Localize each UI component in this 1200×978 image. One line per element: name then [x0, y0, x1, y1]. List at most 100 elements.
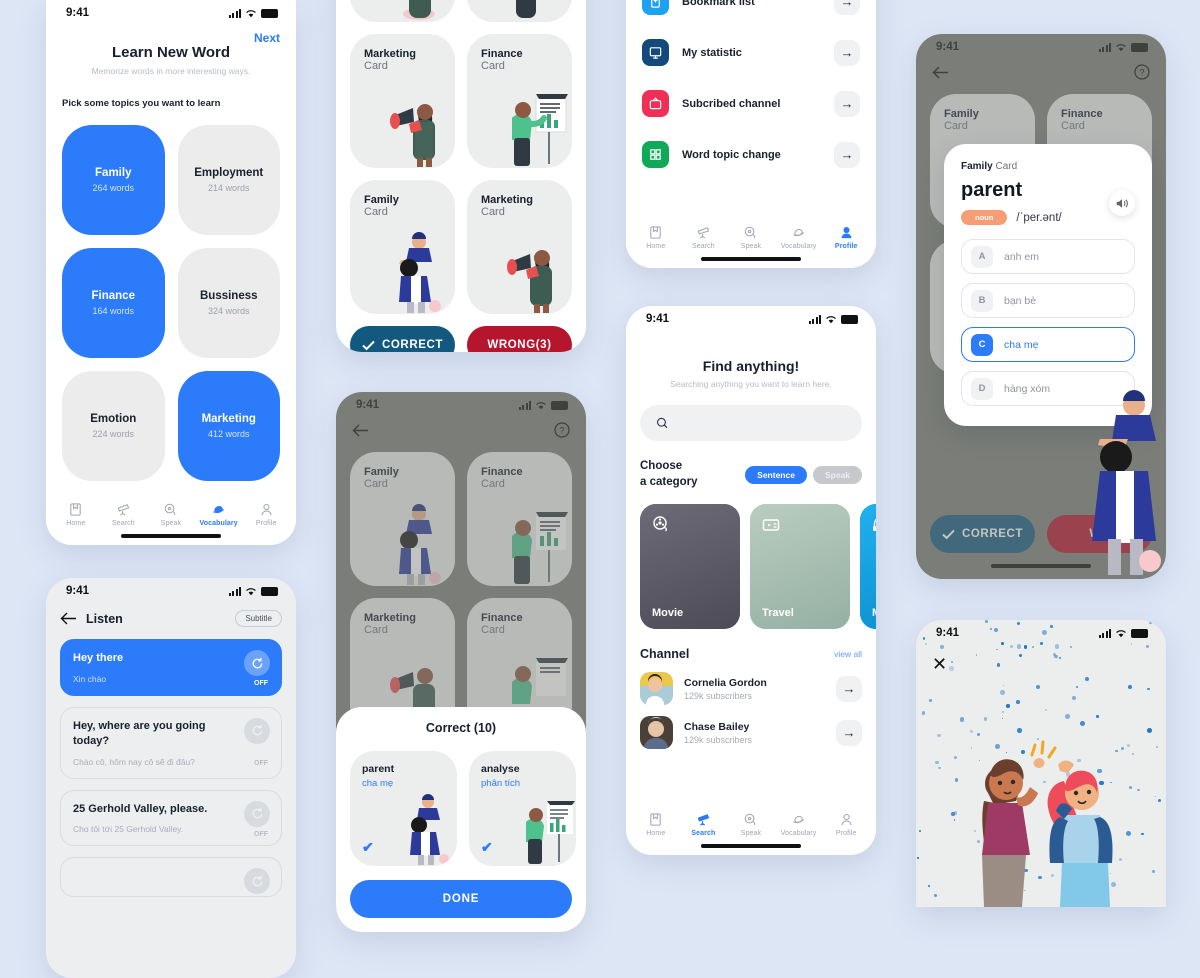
go-arrow-button[interactable]: → [834, 39, 860, 66]
topic-card[interactable]: Finance 164 words [62, 248, 165, 358]
status-bar: 9:41 [336, 392, 586, 418]
flashcard[interactable]: Finance Card [467, 452, 572, 586]
back-arrow-icon[interactable] [352, 424, 369, 437]
menu-item-word-topic-change[interactable]: Word topic change → [642, 141, 860, 168]
chart-man-illustration [516, 0, 536, 18]
listen-item[interactable]: Hey, where are you going today? Chào cô,… [60, 706, 282, 779]
menu-item-my-statistic[interactable]: My statistic → [642, 39, 860, 66]
speaker-button[interactable] [1109, 190, 1135, 216]
profile-menu-screen: Bookmark list → My statistic → Subcribed… [626, 0, 876, 268]
listen-item[interactable]: 25 Gerhold Valley, please. Cho tôi tới 2… [60, 789, 282, 847]
answer-option[interactable]: B bạn bè [961, 283, 1135, 318]
replay-button[interactable] [244, 868, 270, 895]
view-all-link[interactable]: view all [834, 649, 862, 659]
tab-profile[interactable]: Profile [243, 502, 289, 527]
category-card-music[interactable]: Mu [860, 504, 876, 630]
done-button[interactable]: DONE [350, 880, 572, 918]
tab-vocabulary[interactable]: Vocabulary [776, 812, 822, 837]
correct-button[interactable]: CORRECT [350, 326, 455, 352]
flashcard-sub: Card [481, 206, 505, 218]
check-icon: ✔ [362, 839, 374, 855]
wrong-button[interactable]: WRONG(3) [467, 326, 572, 352]
search-field[interactable] [676, 417, 846, 429]
back-arrow-icon[interactable] [932, 66, 949, 79]
flashcard-sub: Card [364, 60, 388, 72]
correct-button[interactable]: CORRECT [930, 515, 1035, 553]
menu-item-bookmark-list[interactable]: Bookmark list → [642, 0, 860, 15]
tab-label: Search [692, 243, 715, 250]
flashcard-sub: Card [364, 624, 388, 636]
subtitle-button[interactable]: Subtitle [235, 610, 282, 627]
signal-icon [228, 8, 241, 18]
category-name: Movie [652, 607, 684, 620]
next-button[interactable]: Next [254, 31, 280, 45]
answer-option[interactable]: C cha mẹ [961, 327, 1135, 362]
tab-speak[interactable]: Speak [728, 225, 774, 250]
tab-vocabulary[interactable]: Vocabulary [196, 502, 242, 527]
go-arrow-button[interactable]: → [836, 675, 862, 702]
wifi-icon [246, 587, 256, 595]
answer-option[interactable]: A anh em [961, 239, 1135, 274]
tab-home[interactable]: Home [53, 502, 99, 527]
go-arrow-button[interactable]: → [834, 90, 860, 117]
result-card[interactable]: parent cha mẹ ✔ [350, 751, 457, 866]
replay-button[interactable] [244, 650, 270, 676]
topic-card[interactable]: Bussiness 324 words [177, 248, 280, 358]
listen-item[interactable]: Hey there Xin chào OFF [60, 639, 282, 696]
channel-row[interactable]: Chase Bailey 129k subscribers → [626, 705, 876, 750]
go-arrow-button[interactable]: → [834, 0, 860, 15]
home-book-icon [650, 813, 661, 826]
megaphone-woman-illustration [507, 250, 552, 313]
category-card-travel[interactable]: Travel [750, 504, 850, 630]
tab-speak[interactable]: Speak [148, 502, 194, 527]
channel-row[interactable]: Cornelia Gordon 129k subscribers → [626, 661, 876, 706]
topic-card[interactable]: Marketing 412 words [177, 371, 280, 481]
tab-search[interactable]: Search [680, 812, 726, 837]
replay-button[interactable] [244, 717, 270, 744]
flashcard[interactable]: Family Card [350, 452, 455, 586]
category-carousel[interactable]: Movie Travel Mu [626, 490, 876, 630]
word-quiz-screen: 9:41 ? Family Card Finance Card CORRECT … [916, 34, 1166, 579]
replay-button[interactable] [244, 800, 270, 827]
tab-search[interactable]: Search [100, 502, 146, 527]
tab-profile[interactable]: Profile [823, 812, 869, 837]
tv-icon [642, 90, 669, 117]
tab-home[interactable]: Home [633, 225, 679, 250]
flashcard-topic: Family [364, 466, 399, 478]
flashcard[interactable] [467, 0, 572, 22]
go-arrow-button[interactable]: → [836, 719, 862, 746]
category-name: Travel [762, 607, 794, 620]
flashcard[interactable]: Family Card [350, 180, 455, 314]
avatar [640, 672, 673, 706]
tab-vocabulary[interactable]: Vocabulary [776, 225, 822, 250]
topic-card[interactable]: Emotion 224 words [62, 371, 165, 481]
chart-man-illustration [512, 512, 568, 584]
flashcard[interactable] [350, 0, 455, 22]
tab-profile[interactable]: Profile [823, 225, 869, 250]
replay-state: OFF [254, 759, 268, 767]
back-arrow-icon[interactable] [60, 612, 77, 625]
help-icon[interactable]: ? [554, 422, 570, 438]
tab-speak[interactable]: Speak [728, 812, 774, 837]
result-card[interactable]: analyse phân tích ✔ [469, 751, 576, 866]
go-arrow-button[interactable]: → [834, 141, 860, 168]
pill-speak[interactable]: Speak [812, 465, 862, 484]
status-time: 9:41 [936, 41, 960, 53]
close-icon[interactable]: ✕ [932, 654, 947, 675]
ticket-icon [761, 515, 781, 535]
home-book-icon [70, 503, 81, 516]
menu-item-subcribed-channel[interactable]: Subcribed channel → [642, 90, 860, 117]
topic-card[interactable]: Family 264 words [62, 125, 165, 235]
category-card-movie[interactable]: Movie [640, 504, 740, 630]
pill-sentence[interactable]: Sentence [745, 465, 807, 484]
tab-search[interactable]: Search [680, 225, 726, 250]
status-time: 9:41 [66, 585, 90, 597]
search-input[interactable] [640, 405, 862, 441]
flashcard[interactable]: Marketing Card [467, 180, 572, 314]
listen-item[interactable] [60, 857, 282, 898]
help-icon[interactable]: ? [1134, 64, 1150, 80]
flashcard[interactable]: Finance Card [467, 34, 572, 168]
flashcard[interactable]: Marketing Card [350, 34, 455, 168]
tab-home[interactable]: Home [633, 812, 679, 837]
topic-card[interactable]: Employment 214 words [177, 125, 280, 235]
